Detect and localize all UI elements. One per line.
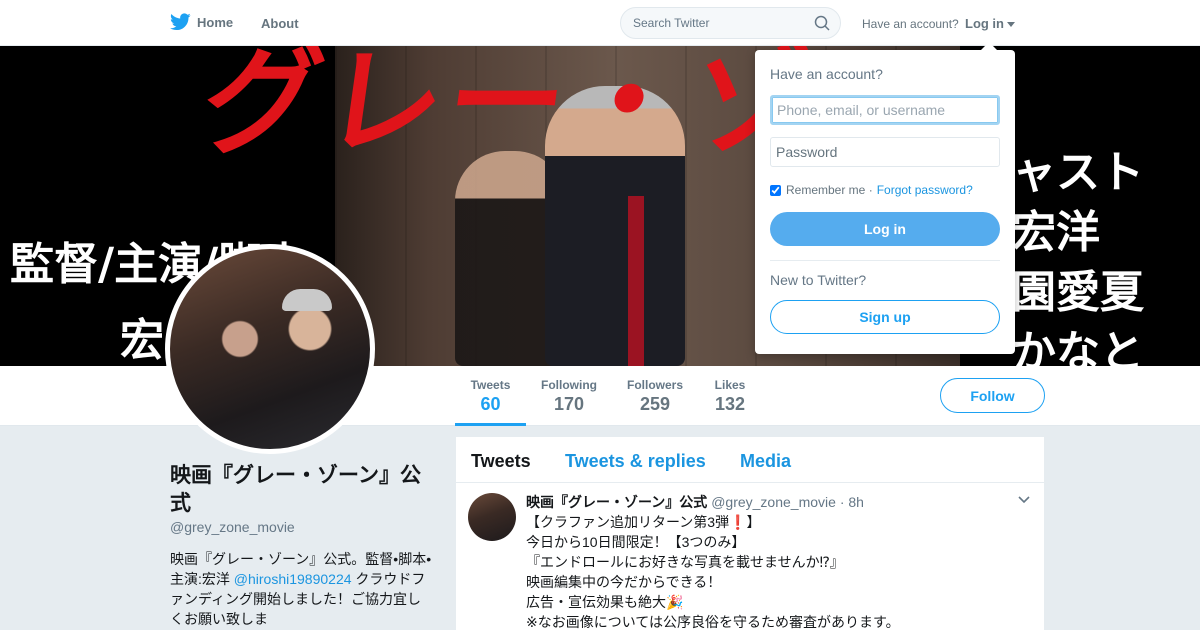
login-toggle-label: Log in bbox=[965, 16, 1004, 31]
tab-media[interactable]: Media bbox=[740, 451, 791, 472]
stat-label: Likes bbox=[714, 378, 746, 392]
banner-tie bbox=[628, 196, 644, 366]
tweet-author-handle[interactable]: @grey_zone_movie bbox=[711, 494, 836, 510]
separator-dot: · bbox=[868, 183, 873, 197]
login-button[interactable]: Log in bbox=[770, 212, 1000, 246]
nav-about-link[interactable]: About bbox=[261, 16, 299, 31]
new-to-twitter-text: New to Twitter? bbox=[770, 272, 867, 288]
profile-avatar[interactable] bbox=[165, 244, 375, 454]
search-box bbox=[620, 7, 841, 39]
password-field[interactable] bbox=[770, 137, 1000, 167]
profile-bio: 映画『グレー・ゾーン』公式。監督•脚本•主演:宏洋 @hiroshi198902… bbox=[170, 549, 435, 629]
tweet-header: 映画『グレー・ゾーン』公式 @grey_zone_movie · 8h bbox=[526, 492, 864, 512]
remember-me-label: Remember me bbox=[786, 183, 866, 197]
tweet-author-name[interactable]: 映画『グレー・ゾーン』公式 bbox=[526, 494, 707, 510]
stat-followers[interactable]: Followers 259 bbox=[620, 366, 690, 426]
stat-value: 259 bbox=[639, 394, 671, 414]
banner-credit-left-2: 宏 bbox=[120, 315, 164, 366]
dropdown-title: Have an account? bbox=[770, 66, 883, 82]
top-navigation: Home About Have an account? Log in bbox=[0, 0, 1200, 46]
banner-credit-right-1: ャスト bbox=[1012, 147, 1144, 198]
forgot-password-link[interactable]: Forgot password? bbox=[877, 183, 973, 197]
tab-tweets-and-replies[interactable]: Tweets & replies bbox=[565, 451, 706, 472]
tweet-text: 【クラファン追加リターン第3弾❗】 今日から10日間限定！【3つのみ】 『エンド… bbox=[526, 514, 900, 630]
stat-tweets[interactable]: Tweets 60 bbox=[455, 366, 526, 426]
banner-title-text: グレー・ゾ bbox=[193, 46, 824, 171]
follow-button[interactable]: Follow bbox=[940, 378, 1045, 413]
tab-tweets[interactable]: Tweets bbox=[471, 451, 531, 472]
banner-credit-right-2: 宏洋 bbox=[1012, 207, 1100, 258]
nav-home-label: Home bbox=[197, 14, 234, 30]
remember-me: Remember me · Forgot password? bbox=[770, 183, 973, 197]
stat-likes[interactable]: Likes 132 bbox=[707, 366, 753, 426]
have-account-text: Have an account? bbox=[862, 17, 959, 31]
stat-value: 170 bbox=[553, 394, 585, 414]
stat-label: Followers bbox=[626, 378, 683, 392]
login-dropdown: Have an account? Remember me · Forgot pas… bbox=[755, 42, 1015, 354]
signup-button[interactable]: Sign up bbox=[770, 300, 1000, 334]
search-input[interactable] bbox=[621, 8, 801, 38]
stat-label: Tweets bbox=[470, 378, 511, 392]
stat-following[interactable]: Following 170 bbox=[535, 366, 603, 426]
nav-home-link[interactable]: Home bbox=[170, 13, 233, 31]
divider bbox=[770, 260, 1000, 261]
stat-label: Following bbox=[541, 378, 597, 392]
stat-value: 60 bbox=[480, 394, 501, 414]
stat-value: 132 bbox=[714, 394, 746, 414]
tweet[interactable]: 映画『グレー・ゾーン』公式 @grey_zone_movie · 8h 【クラフ… bbox=[456, 483, 1044, 630]
bio-mention-link[interactable]: @hiroshi19890224 bbox=[234, 571, 352, 587]
username-field[interactable] bbox=[770, 95, 1000, 125]
remember-me-checkbox[interactable] bbox=[770, 184, 781, 196]
profile-handle[interactable]: @grey_zone_movie bbox=[170, 519, 295, 535]
banner-credit-right-3: 園愛夏 bbox=[1012, 267, 1144, 318]
tweet-avatar[interactable] bbox=[468, 493, 516, 541]
profile-name[interactable]: 映画『グレー・ゾーン』公式 bbox=[170, 462, 435, 518]
timeline: Tweets Tweets & replies Media 映画『グレー・ゾーン… bbox=[456, 437, 1044, 630]
login-dropdown-toggle[interactable]: Log in bbox=[965, 16, 1015, 31]
search-icon[interactable] bbox=[814, 15, 830, 31]
tweet-timestamp[interactable]: · 8h bbox=[840, 494, 864, 510]
twitter-bird-icon bbox=[170, 13, 191, 31]
timeline-tabs: Tweets Tweets & replies Media bbox=[456, 437, 1044, 483]
caret-down-icon bbox=[1007, 22, 1015, 28]
banner-credit-right-4: かなと bbox=[1012, 327, 1144, 366]
chevron-down-icon[interactable] bbox=[1018, 496, 1030, 504]
